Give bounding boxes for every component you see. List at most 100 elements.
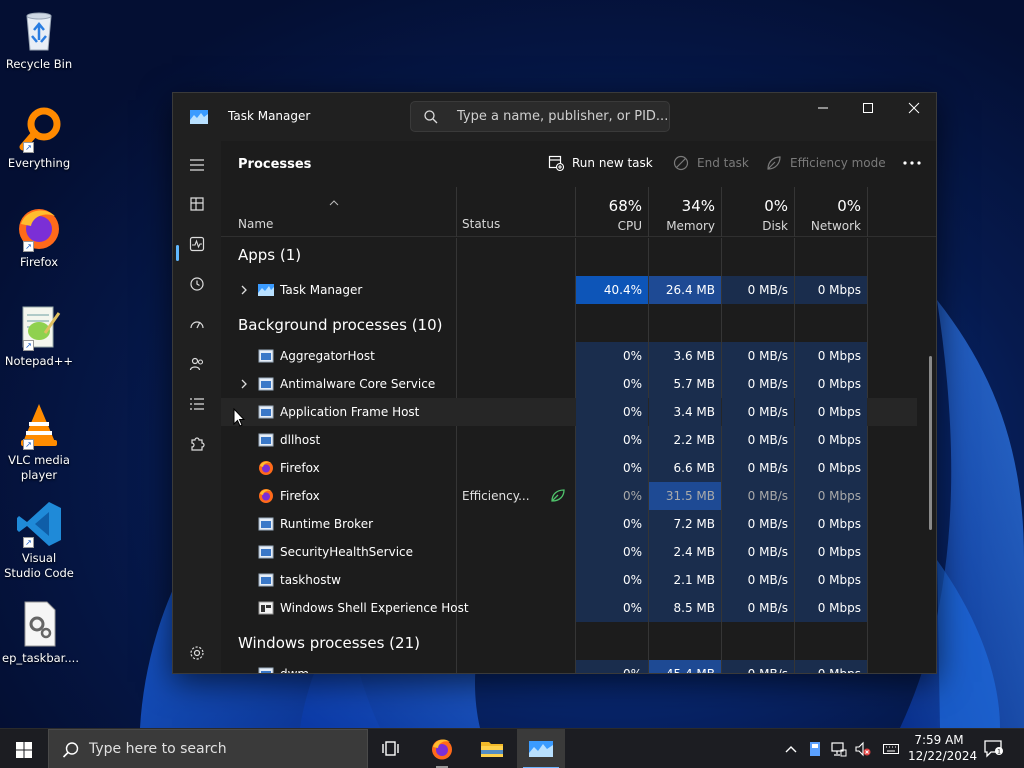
table-row[interactable]: taskhostw 0% 2.1 MB 0 MB/s 0 Mbps [221,566,917,594]
everything-search-icon: ↗ [15,105,63,153]
start-button[interactable] [0,729,48,768]
desktop-icon-firefox[interactable]: ↗ Firefox [2,204,76,270]
desktop-icon-setup-file[interactable]: ep_taskbar.... [2,600,79,666]
memory-value: 31.5 MB [649,482,721,510]
task-manager-icon [529,741,553,757]
column-header-cpu[interactable]: 68% CPU [576,197,642,233]
memory-value: 5.7 MB [649,370,721,398]
cpu-value: 0% [576,398,648,426]
end-task-button[interactable]: End task [673,155,749,171]
table-row[interactable]: dllhost 0% 2.2 MB 0 MB/s 0 Mbps [221,426,917,454]
disk-value: 0 MB/s [722,426,794,454]
process-name: Firefox [280,489,320,503]
column-header-status[interactable]: Status [462,217,500,231]
maximize-button[interactable] [845,93,891,123]
cpu-value: 0% [576,566,648,594]
table-row[interactable]: Firefox 0% 6.6 MB 0 MB/s 0 Mbps [221,454,917,482]
column-header-memory[interactable]: 34% Memory [649,197,715,233]
process-name: Application Frame Host [280,405,420,419]
task-view-button[interactable] [368,729,416,768]
disk-value: 0 MB/s [722,482,794,510]
taskbar-firefox[interactable] [418,729,466,768]
table-row[interactable]: SecurityHealthService 0% 2.4 MB 0 MB/s 0… [221,538,917,566]
network-value: 0 Mbps [795,454,867,482]
column-header-network[interactable]: 0% Network [795,197,861,233]
keyboard-icon [883,744,899,754]
desktop-icon-vlc[interactable]: ↗ VLC media player [2,402,76,483]
nav-settings[interactable] [181,637,213,669]
network-value: 0 Mbps [795,426,867,454]
desktop-icon-notepad-plus-plus[interactable]: ↗ Notepad++ [2,303,76,369]
tray-volume-icon[interactable] [851,729,875,768]
processes-icon [190,197,204,211]
column-header-disk[interactable]: 0% Disk [722,197,788,233]
group-header-background[interactable]: Background processes (10) [238,308,443,342]
cpu-value: 0% [576,342,648,370]
shell-window-icon [258,601,274,615]
nav-processes[interactable] [181,188,213,220]
windows-logo-icon [16,742,32,758]
vertical-scrollbar[interactable] [929,356,932,530]
desktop-icon-label: Visual Studio Code [4,551,74,580]
notifications-button[interactable]: 1 [980,729,1010,768]
processes-page: Processes Run new task End task Efficien… [221,141,936,673]
title-bar[interactable]: Task Manager Type a name, publisher, or … [173,93,936,141]
minimize-button[interactable] [800,93,846,123]
nav-services[interactable] [181,428,213,460]
disk-value: 0 MB/s [722,594,794,622]
task-manager-app-icon [190,110,208,124]
run-new-task-button[interactable]: Run new task [548,155,653,171]
column-header-name[interactable]: Name [238,217,273,231]
table-row[interactable]: Runtime Broker 0% 7.2 MB 0 MB/s 0 Mbps [221,510,917,538]
tray-drive-icon[interactable] [803,729,827,768]
taskbar-file-explorer[interactable] [468,729,516,768]
nav-performance[interactable] [181,228,213,260]
generic-process-icon [258,573,274,587]
disk-value: 0 MB/s [722,566,794,594]
setup-file-icon [15,600,63,648]
memory-value: 2.1 MB [649,566,721,594]
notepad-plus-plus-icon: ↗ [15,303,63,351]
table-row[interactable]: Task Manager 40.4% 26.4 MB 0 MB/s 0 Mbps [221,276,917,304]
taskbar-clock[interactable]: 7:59 AM 12/22/2024 [908,732,977,764]
nav-users[interactable] [181,348,213,380]
process-name: Windows Shell Experience Host [280,601,469,615]
group-header-apps[interactable]: Apps (1) [238,238,301,272]
search-placeholder: Type a name, publisher, or PID... [457,109,669,124]
services-puzzle-icon [191,437,205,451]
mouse-cursor-icon [233,407,246,431]
tray-keyboard-icon[interactable] [879,729,903,768]
chevron-right-icon[interactable] [238,378,250,390]
nav-details[interactable] [181,388,213,420]
table-row[interactable]: Application Frame Host 0% 3.4 MB 0 MB/s … [221,398,917,426]
cpu-value: 0% [576,538,648,566]
disk-value: 0 MB/s [722,342,794,370]
table-row[interactable]: Antimalware Core Service 0% 5.7 MB 0 MB/… [221,370,917,398]
run-task-icon [548,155,564,171]
vlc-icon: ↗ [15,402,63,450]
taskbar-task-manager[interactable] [517,729,565,768]
desktop-icon-label: Notepad++ [4,354,74,368]
table-row[interactable]: Windows Shell Experience Host 0% 8.5 MB … [221,594,917,622]
desktop-icon-vscode[interactable]: ↗ Visual Studio Code [2,500,76,581]
more-options-button[interactable] [901,155,923,171]
process-search-box[interactable]: Type a name, publisher, or PID... [410,101,670,132]
table-row[interactable]: dwm 0% 45.4 MB 0 MB/s 0 Mbps [221,660,917,673]
cpu-value: 0% [576,510,648,538]
nav-startup-apps[interactable] [181,308,213,340]
show-hidden-icons-button[interactable] [779,729,803,768]
hamburger-menu-button[interactable] [181,149,213,181]
taskbar-search-box[interactable]: Type here to search [48,729,368,768]
close-button[interactable] [891,93,936,123]
nav-app-history[interactable] [181,268,213,300]
group-header-windows[interactable]: Windows processes (21) [238,626,420,660]
table-row[interactable]: AggregatorHost 0% 3.6 MB 0 MB/s 0 Mbps [221,342,917,370]
taskbar-search-placeholder: Type here to search [89,741,227,757]
chevron-right-icon[interactable] [238,284,250,296]
desktop-icon-everything[interactable]: ↗ Everything [2,105,76,171]
tray-network-icon[interactable] [827,729,851,768]
table-row[interactable]: Firefox Efficiency... 0% 31.5 MB 0 MB/s … [221,482,917,510]
efficiency-mode-button[interactable]: Efficiency mode [766,155,886,171]
vscode-icon: ↗ [15,500,63,548]
desktop-icon-recycle-bin[interactable]: Recycle Bin [2,6,76,72]
